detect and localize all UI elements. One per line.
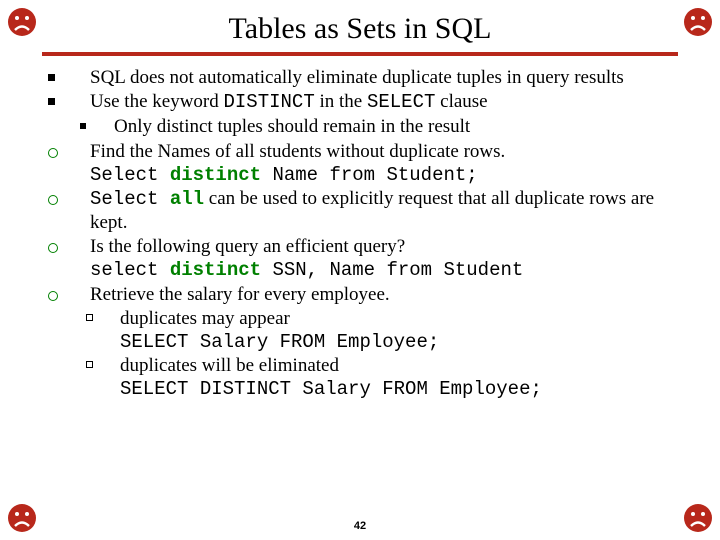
circle-bullet-icon bbox=[48, 291, 58, 301]
sub-bullet-item: duplicates may appear bbox=[42, 307, 678, 330]
text: clause bbox=[435, 91, 487, 112]
square-bullet-icon bbox=[48, 98, 55, 105]
bullet-text: Find the Names of all students without d… bbox=[90, 140, 678, 163]
code-line: Select distinct Name from Student; bbox=[42, 164, 678, 187]
code-keyword: distinct bbox=[170, 164, 261, 186]
open-square-bullet-icon bbox=[86, 361, 93, 368]
code-line: SELECT Salary FROM Employee; bbox=[42, 331, 678, 354]
code: Select bbox=[90, 164, 170, 186]
sub-bullet-item: Only distinct tuples should remain in th… bbox=[42, 115, 678, 138]
bullet-item: Is the following query an efficient quer… bbox=[42, 235, 678, 258]
code-line: SELECT DISTINCT Salary FROM Employee; bbox=[42, 378, 678, 401]
code-keyword: all bbox=[170, 188, 204, 210]
bullet-text: duplicates will be eliminated bbox=[120, 354, 678, 377]
bullet-text: duplicates may appear bbox=[120, 307, 678, 330]
bullet-text: Use the keyword DISTINCT in the SELECT c… bbox=[90, 90, 678, 114]
bullet-item: Select all can be used to explicitly req… bbox=[42, 187, 678, 234]
title-rule bbox=[42, 52, 678, 56]
slide: Tables as Sets in SQL SQL does not autom… bbox=[0, 0, 720, 540]
code-keyword: SELECT bbox=[367, 91, 435, 113]
code-line: select distinct SSN, Name from Student bbox=[42, 259, 678, 282]
text: in the bbox=[315, 91, 367, 112]
slide-title: Tables as Sets in SQL bbox=[42, 12, 678, 46]
code: Name from Student; bbox=[261, 164, 478, 186]
code: select bbox=[90, 259, 170, 281]
square-bullet-icon bbox=[48, 74, 55, 81]
code: Select bbox=[90, 188, 170, 210]
page-number: 42 bbox=[0, 520, 720, 532]
bullet-text: Is the following query an efficient quer… bbox=[90, 235, 678, 258]
text: Use the keyword bbox=[90, 91, 224, 112]
circle-bullet-icon bbox=[48, 148, 58, 158]
code-keyword: distinct bbox=[170, 259, 261, 281]
bullet-text: Retrieve the salary for every employee. bbox=[90, 283, 678, 306]
bullet-item: Use the keyword DISTINCT in the SELECT c… bbox=[42, 90, 678, 114]
bullet-item: Find the Names of all students without d… bbox=[42, 140, 678, 163]
square-bullet-icon bbox=[80, 123, 86, 129]
slide-content: SQL does not automatically eliminate dup… bbox=[42, 66, 678, 401]
circle-bullet-icon bbox=[48, 195, 58, 205]
open-square-bullet-icon bbox=[86, 314, 93, 321]
code-keyword: DISTINCT bbox=[224, 91, 315, 113]
sub-bullet-item: duplicates will be eliminated bbox=[42, 354, 678, 377]
bullet-item: SQL does not automatically eliminate dup… bbox=[42, 66, 678, 89]
code: SSN, Name from Student bbox=[261, 259, 523, 281]
circle-bullet-icon bbox=[48, 243, 58, 253]
bullet-item: Retrieve the salary for every employee. bbox=[42, 283, 678, 306]
bullet-text: Only distinct tuples should remain in th… bbox=[114, 115, 678, 138]
bullet-text: Select all can be used to explicitly req… bbox=[90, 187, 678, 234]
bullet-text: SQL does not automatically eliminate dup… bbox=[90, 66, 678, 89]
